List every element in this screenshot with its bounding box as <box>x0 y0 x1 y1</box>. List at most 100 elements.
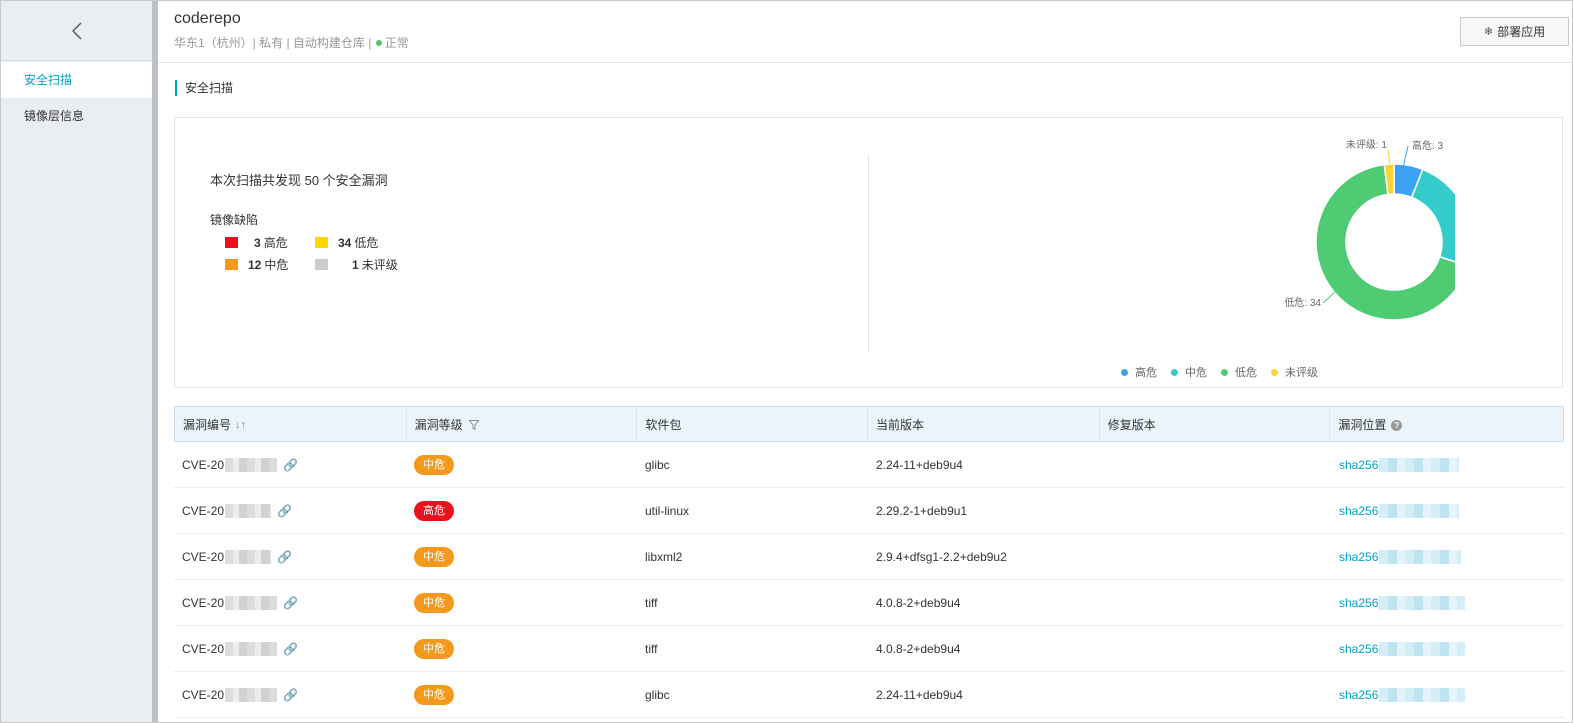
cve-id[interactable]: CVE-20 <box>182 550 224 564</box>
sidebar-item-security-scan[interactable]: 安全扫描 <box>1 62 152 98</box>
table-row[interactable]: CVE-20 🔗 中危 glibc 2.24-11+deb9u4 sha256 <box>174 672 1564 718</box>
cve-id[interactable]: CVE-20 <box>182 504 224 518</box>
fixed-version-cell <box>1100 672 1331 718</box>
slice-mid[interactable] <box>1410 168 1455 266</box>
severity-legend: 3 高危 34 低危 12 中危 1 未评级 <box>225 234 425 278</box>
cve-id[interactable]: CVE-20 <box>182 642 224 656</box>
current-version-cell: 2.24-11+deb9u4 <box>876 458 963 472</box>
legend-swatch <box>225 237 238 248</box>
redacted-text <box>1379 688 1466 702</box>
link-icon[interactable]: 🔗 <box>283 458 298 472</box>
link-icon[interactable]: 🔗 <box>283 642 298 656</box>
table-row[interactable]: CVE-20 🔗 中危 glibc 2.24-11+deb9u4 sha256 <box>174 442 1564 488</box>
chart-legend-item[interactable]: 未评级 <box>1271 364 1318 380</box>
table-header: 漏洞编号 ↓↑ 漏洞等级 软件包 当前版本 修复版本 漏洞位置 ? <box>174 406 1564 443</box>
fixed-version-cell <box>1100 626 1331 672</box>
current-version-cell: 4.0.8-2+deb9u4 <box>876 642 961 656</box>
severity-badge: 中危 <box>414 547 454 567</box>
link-icon[interactable]: 🔗 <box>283 596 298 610</box>
location-cell: sha256 <box>1331 626 1564 672</box>
level-cell: 中危 <box>406 534 637 580</box>
current-version-cell: 4.0.8-2+deb9u4 <box>876 596 961 610</box>
table-row[interactable]: CVE-20 🔗 中危 tiff 4.0.8-2+deb9u4 sha256 <box>174 626 1564 672</box>
status-dot-icon <box>375 40 382 47</box>
cve-id[interactable]: CVE-20 <box>182 688 224 702</box>
severity-badge: 中危 <box>414 593 454 613</box>
layer-link[interactable]: sha256 <box>1339 550 1378 564</box>
legend-label: 低危 <box>354 236 379 250</box>
legend-item-mid: 12 中危 <box>225 256 288 273</box>
redacted-text <box>225 596 278 610</box>
redacted-text <box>225 550 272 564</box>
severity-badge: 高危 <box>414 501 454 521</box>
scan-summary-panel: 本次扫描共发现 50 个安全漏洞 镜像缺陷 3 高危 34 低危 12 中危 1… <box>174 117 1563 388</box>
slice-label-line <box>1322 291 1336 304</box>
slice-data-label: 未评级: 1 <box>1346 139 1388 151</box>
legend-dot-icon <box>1121 368 1128 376</box>
column-header-location: 漏洞位置 ? <box>1330 407 1563 443</box>
fixed-version-cell <box>1100 442 1331 488</box>
status-badge: 正常 <box>384 36 409 50</box>
link-icon[interactable]: 🔗 <box>277 550 292 564</box>
slice-data-label: 低危: 34 <box>1284 296 1321 309</box>
chart-legend-item[interactable]: 中危 <box>1171 364 1207 380</box>
legend-count: 1 <box>352 257 359 272</box>
layer-link[interactable]: sha256 <box>1339 642 1378 656</box>
level-cell: 中危 <box>406 580 637 626</box>
severity-donut-chart: 高危: 3中危: 12低危: 34未评级: 1 <box>1284 139 1455 321</box>
column-header-label: 漏洞位置 <box>1338 418 1387 432</box>
location-cell: sha256 <box>1331 534 1564 580</box>
cve-cell: CVE-20 🔗 <box>174 672 406 718</box>
severity-badge: 中危 <box>414 455 454 475</box>
location-cell: sha256 <box>1331 442 1564 488</box>
level-cell: 中危 <box>406 442 637 488</box>
sidebar-item-image-layers[interactable]: 镜像层信息 <box>1 98 152 134</box>
chart-legend-label: 高危 <box>1135 367 1157 379</box>
table-row[interactable]: CVE-20 🔗 中危 libxml2 2.9.4+dfsg1-2.2+deb9u2 sh… <box>174 534 1564 580</box>
legend-count: 3 <box>254 235 261 250</box>
chart-legend-label: 未评级 <box>1285 367 1318 379</box>
location-cell: sha256 <box>1331 672 1564 718</box>
layer-link[interactable]: sha256 <box>1339 596 1378 610</box>
help-icon[interactable]: ? <box>1391 419 1403 431</box>
layer-link[interactable]: sha256 <box>1339 458 1378 472</box>
link-icon[interactable]: 🔗 <box>277 504 292 518</box>
chart-legend-item[interactable]: 高危 <box>1121 364 1157 380</box>
slice-label-line <box>1387 149 1391 165</box>
cve-cell: CVE-20 🔗 <box>174 534 406 580</box>
defect-label: 镜像缺陷 <box>210 213 259 227</box>
legend-label: 未评级 <box>361 258 398 272</box>
chart-legend-label: 低危 <box>1235 367 1257 379</box>
severity-badge: 中危 <box>414 639 454 659</box>
cve-id[interactable]: CVE-20 <box>182 458 224 472</box>
deploy-app-button[interactable]: ❄ 部署应用 <box>1460 17 1569 46</box>
fixed-version-cell <box>1100 580 1331 626</box>
chart-legend-item[interactable]: 低危 <box>1221 364 1257 380</box>
legend-swatch <box>315 237 328 248</box>
filter-icon[interactable] <box>468 420 479 430</box>
sort-icon[interactable]: ↓↑ <box>235 408 246 442</box>
redacted-text <box>1379 504 1460 518</box>
table-row[interactable]: CVE-20 🔗 高危 util-linux 2.29.2-1+deb9u1 sha256 <box>174 488 1564 534</box>
layer-link[interactable]: sha256 <box>1339 504 1378 518</box>
back-button[interactable] <box>1 1 152 61</box>
legend-count: 12 <box>248 257 262 272</box>
table-row[interactable]: CVE-20 🔗 中危 tiff 4.0.8-2+deb9u4 sha256 <box>174 580 1564 626</box>
layer-link[interactable]: sha256 <box>1339 688 1378 702</box>
location-cell: sha256 <box>1331 580 1564 626</box>
deploy-app-label: 部署应用 <box>1497 25 1546 39</box>
current-version-cell: 2.24-11+deb9u4 <box>876 688 963 702</box>
package-cell: tiff <box>645 642 658 656</box>
repo-meta-text: 华东1（杭州）| 私有 | 自动构建仓库 | <box>174 36 372 50</box>
vulnerability-table: 漏洞编号 ↓↑ 漏洞等级 软件包 当前版本 修复版本 漏洞位置 ? CVE-20… <box>174 406 1564 718</box>
column-header-package: 软件包 <box>637 407 869 443</box>
link-icon[interactable]: 🔗 <box>283 688 298 702</box>
column-header-level[interactable]: 漏洞等级 <box>407 407 638 443</box>
package-cell: glibc <box>645 458 670 472</box>
column-header-cve[interactable]: 漏洞编号 ↓↑ <box>175 407 407 443</box>
redacted-text <box>225 688 278 702</box>
sidebar-divider[interactable] <box>152 1 158 722</box>
cve-id[interactable]: CVE-20 <box>182 596 224 610</box>
legend-dot-icon <box>1171 368 1178 376</box>
column-header-fixed-version: 修复版本 <box>1100 407 1331 443</box>
